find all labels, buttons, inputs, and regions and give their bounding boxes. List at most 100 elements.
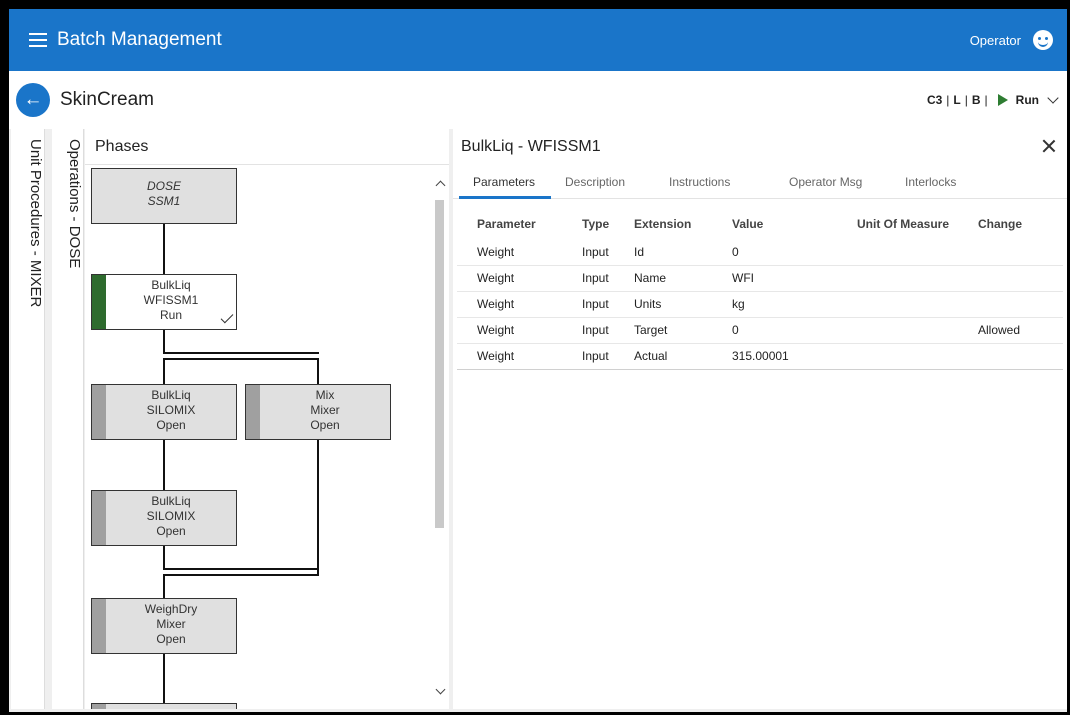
cell-extension: Units [634,291,732,318]
operations-panel[interactable]: Operations - DOSE [52,129,84,709]
app-title: Batch Management [57,29,222,50]
recipe-name: SkinCream [60,89,154,110]
cell-value: 315.00001 [732,343,828,370]
table-row[interactable]: Weight Input Name WFI [457,265,1063,292]
user-avatar-icon[interactable] [1033,30,1053,50]
connector [163,352,319,354]
connector [317,440,319,574]
connector [163,330,165,352]
cell-value: 0 [732,317,828,344]
chevron-down-icon[interactable] [1047,91,1059,104]
cell-parameter: Weight [457,239,582,266]
tab-interlocks[interactable]: Interlocks [891,165,991,198]
connector [163,440,165,490]
back-button[interactable]: ← [16,83,50,117]
unit-procedures-panel[interactable]: Unit Procedures - MIXER [11,129,45,709]
table-row[interactable]: Weight Input Id 0 [457,239,1063,266]
phase-unit: SILOMIX [146,403,196,417]
tab-parameters[interactable]: Parameters [459,165,551,199]
sfc-diagram: DOSE SSM1 BulkLiq WFISSM1 Run BulkLiq SI… [85,166,429,709]
connector [163,546,165,568]
phase-state: Run [159,308,182,322]
phase-block-partial[interactable] [91,703,237,709]
phase-name: WeighDry [144,602,198,616]
phase-unit: SILOMIX [146,509,196,523]
table-row[interactable]: Weight Input Units kg [457,291,1063,318]
col-value[interactable]: Value [732,209,828,239]
operations-label: Operations - DOSE [66,139,83,269]
cell-value: WFI [732,265,828,292]
cell-parameter: Weight [457,317,582,344]
phase-status-bar [246,385,260,439]
tab-operator-msg[interactable]: Operator Msg [775,165,891,198]
cell-parameter: Weight [457,265,582,292]
cell-unit [828,291,978,318]
tab-instructions[interactable]: Instructions [655,165,775,198]
menu-icon[interactable] [29,33,47,47]
phase-status-bar [92,491,106,545]
scroll-up-icon[interactable] [435,180,446,191]
cell-extension: Name [634,265,732,292]
cell-parameter: Weight [457,343,582,370]
phase-name: Mix [315,388,335,402]
cell-change [978,265,1063,292]
run-state: Run [1015,93,1039,107]
cell-change [978,291,1063,318]
phase-unit: Mixer [310,403,340,417]
phase-block-mix-mixer[interactable]: Mix Mixer Open [245,384,391,440]
parameters-table: Parameter Type Extension Value Unit Of M… [457,209,1063,370]
col-change[interactable]: Change [978,209,1063,239]
scroll-down-icon[interactable] [435,684,446,695]
col-unit-of-measure[interactable]: Unit Of Measure [828,209,978,239]
phases-scrollbar[interactable] [431,166,449,709]
table-row[interactable]: Weight Input Actual 315.00001 [457,343,1063,370]
close-icon[interactable] [1039,136,1059,156]
cell-change [978,239,1063,266]
cell-type: Input [582,317,634,344]
cell-type: Input [582,343,634,370]
col-parameter[interactable]: Parameter [457,209,582,239]
status-b: B [971,93,981,107]
phase-unit: WFISSM1 [143,293,199,307]
connector [163,576,165,598]
cell-type: Input [582,239,634,266]
phase-block-dose[interactable]: DOSE SSM1 [91,168,237,224]
phase-unit: Mixer [156,617,186,631]
phase-block-bulkliq-wfissm1[interactable]: BulkLiq WFISSM1 Run [91,274,237,330]
phase-block-bulkliq-silomix-2[interactable]: BulkLiq SILOMIX Open [91,490,237,546]
connector [163,358,319,360]
cell-change: Allowed [978,317,1063,344]
cell-extension: Actual [634,343,732,370]
phase-name: BulkLiq [151,278,191,292]
phase-state: Open [156,418,186,432]
connector [163,568,319,570]
cell-parameter: Weight [457,291,582,318]
phases-title: Phases [85,129,449,165]
cell-change [978,343,1063,370]
phase-unit: SSM1 [147,194,181,208]
cell-value: kg [732,291,828,318]
phase-block-weighdry-mixer[interactable]: WeighDry Mixer Open [91,598,237,654]
run-play-icon [997,94,1008,106]
phase-block-bulkliq-silomix[interactable]: BulkLiq SILOMIX Open [91,384,237,440]
detail-title: BulkLiq - WFISSM1 [453,129,1067,165]
phase-name: DOSE [146,179,181,193]
table-row[interactable]: Weight Input Target 0 Allowed [457,317,1063,344]
phase-state: Open [156,524,186,538]
connector [163,574,319,576]
col-extension[interactable]: Extension [634,209,732,239]
table-header-row: Parameter Type Extension Value Unit Of M… [457,209,1063,239]
col-type[interactable]: Type [582,209,634,239]
phase-status-bar [92,385,106,439]
cell-value: 0 [732,239,828,266]
scrollbar-thumb[interactable] [435,200,444,528]
tab-description[interactable]: Description [551,165,655,198]
batch-status: C3 | L | B | Run [926,91,1059,107]
user-role[interactable]: Operator [970,33,1021,48]
status-c3: C3 [926,93,943,107]
phase-name: BulkLiq [151,494,191,508]
unit-procedures-label: Unit Procedures - MIXER [27,139,44,308]
cell-unit [828,317,978,344]
cell-unit [828,265,978,292]
connector [317,358,319,386]
